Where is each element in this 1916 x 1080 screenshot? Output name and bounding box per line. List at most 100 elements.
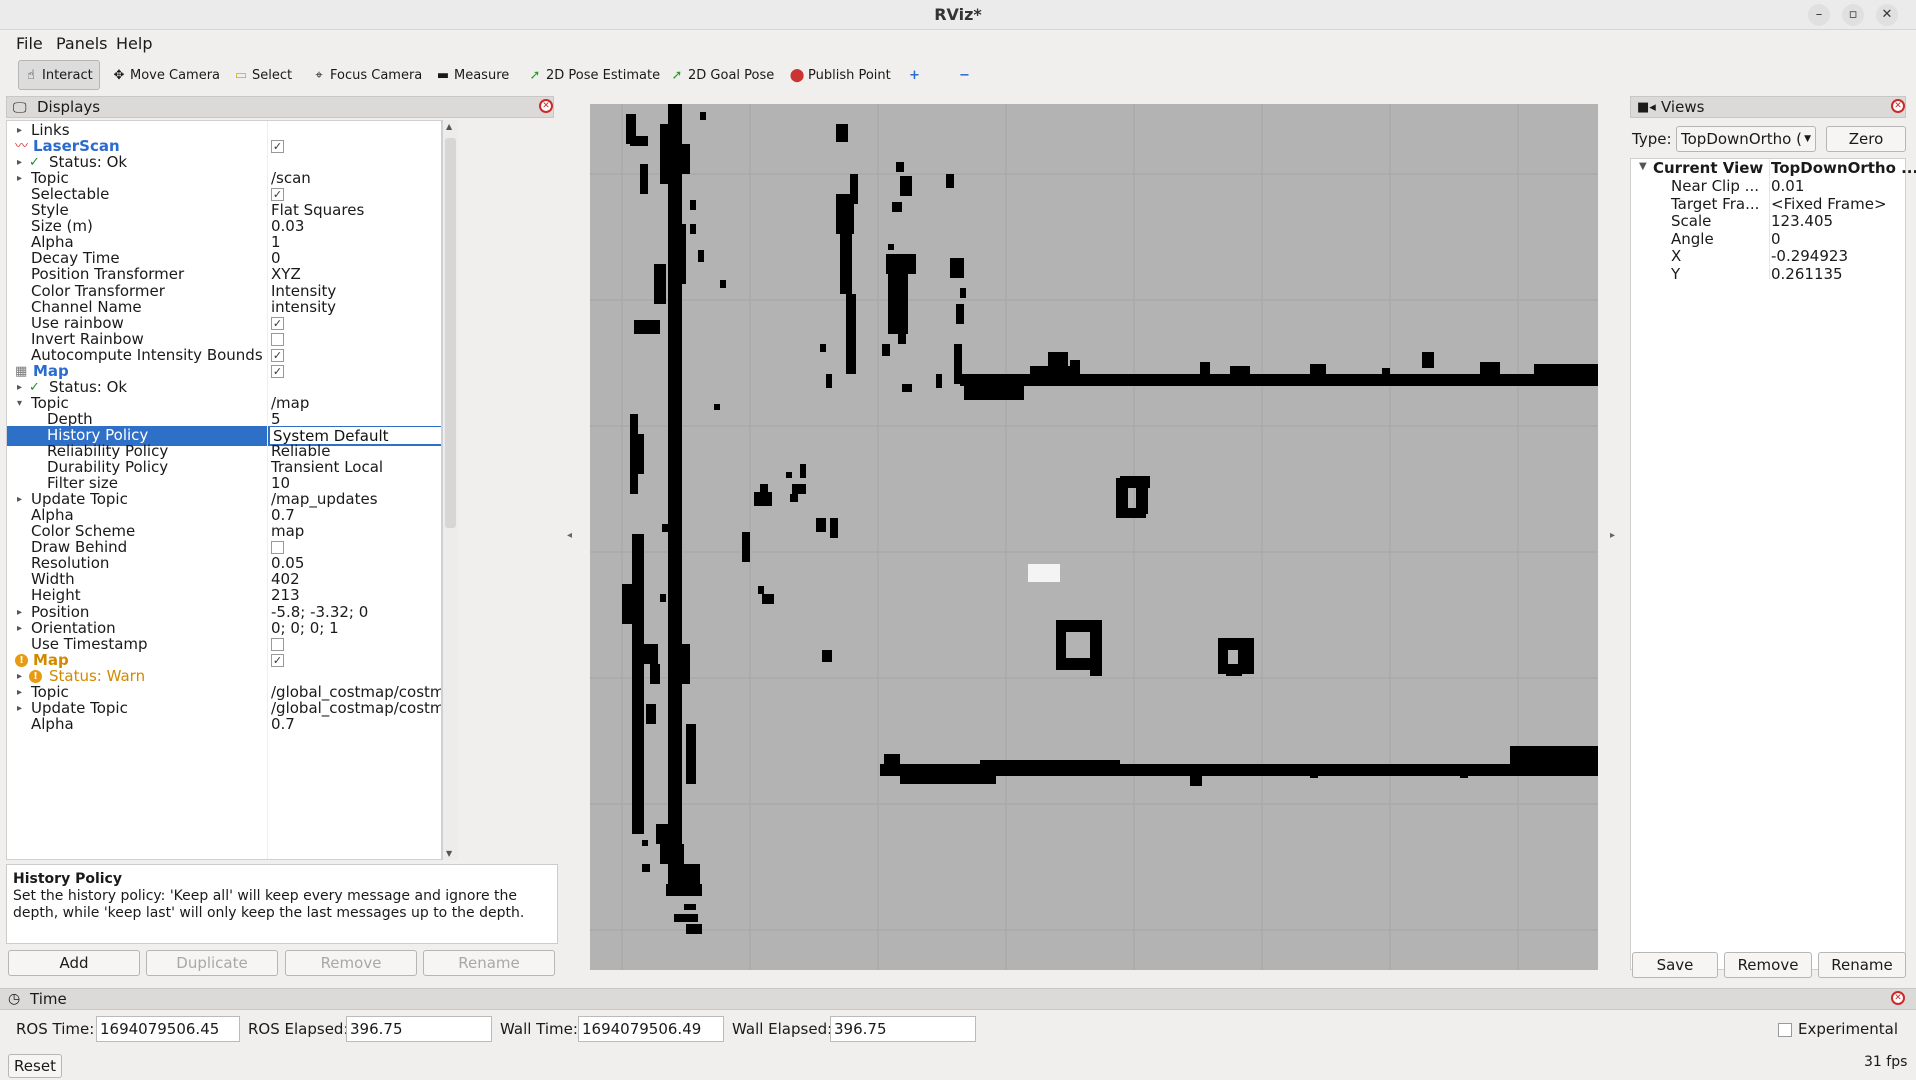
wall-elapsed-field[interactable]: 396.75: [830, 1016, 976, 1042]
duplicate-display-button[interactable]: Duplicate: [146, 950, 278, 976]
save-view-button[interactable]: Save: [1632, 952, 1718, 978]
crosshair-icon: ⌖: [315, 68, 323, 83]
menu-bar: File Panels Help: [0, 30, 1916, 56]
wall-time-label: Wall Time:: [500, 1020, 578, 1038]
display-row-checkbox[interactable]: ✓: [271, 364, 284, 378]
view-prop-label: Scale: [1671, 212, 1712, 231]
view-prop-value[interactable]: 0.261135: [1771, 265, 1843, 283]
focus-camera-tool-button[interactable]: ⌖ Focus Camera: [306, 60, 429, 90]
pose-estimate-tool-button[interactable]: ➚ 2D Pose Estimate: [522, 60, 667, 90]
measure-tool-button[interactable]: ▬ Measure: [430, 60, 516, 90]
clock-icon: ◷: [8, 991, 21, 1007]
view-prop-value[interactable]: -0.294923: [1771, 247, 1848, 265]
rename-display-button[interactable]: Rename: [423, 950, 555, 976]
expand-arrow-icon[interactable]: ▼: [1639, 161, 1647, 172]
remove-display-button[interactable]: Remove: [285, 950, 417, 976]
toolbar: ☝ Interact ✥ Move Camera ▭ Select ⌖ Focus Ca…: [0, 58, 1916, 92]
render-viewport[interactable]: [590, 104, 1598, 970]
reset-time-button[interactable]: Reset: [8, 1054, 62, 1078]
window-title: RViz*: [934, 5, 982, 24]
close-displays-icon[interactable]: ✕: [539, 99, 553, 113]
close-views-icon[interactable]: ✕: [1891, 99, 1905, 113]
view-type-select[interactable]: TopDownOrtho ( ▼: [1676, 126, 1816, 152]
view-prop-value[interactable]: 0: [1771, 230, 1781, 248]
display-row-checkbox[interactable]: ✓: [271, 140, 284, 154]
view-prop-label: X: [1671, 247, 1682, 266]
displays-scrollbar[interactable]: ▲ ▼: [442, 120, 458, 860]
move-camera-tool-button[interactable]: ✥ Move Camera: [106, 60, 227, 90]
view-type-label: Type:: [1632, 130, 1672, 148]
display-row-checkbox[interactable]: [271, 637, 284, 651]
current-view-label: Current View: [1653, 159, 1764, 177]
description-heading: History Policy: [13, 871, 122, 887]
menu-panels[interactable]: Panels: [56, 34, 108, 53]
publish-point-tool-button[interactable]: ⬤ Publish Point: [784, 60, 898, 90]
description-text: Set the history policy: 'Keep all' will …: [13, 888, 525, 921]
display-row-checkbox[interactable]: ✓: [271, 316, 284, 330]
display-row-checkbox[interactable]: ✓: [271, 188, 284, 202]
collapse-left-icon[interactable]: ◂: [567, 530, 572, 541]
ros-time-label: ROS Time:: [16, 1020, 95, 1038]
display-row-checkbox[interactable]: ✓: [271, 653, 284, 667]
map-pin-icon: ⬤: [789, 68, 805, 83]
wall-time-field[interactable]: 1694079506.49: [578, 1016, 724, 1042]
zero-view-button[interactable]: Zero: [1826, 126, 1906, 152]
experimental-label: Experimental: [1798, 1020, 1899, 1038]
close-window-icon[interactable]: ✕: [1876, 4, 1898, 26]
displays-scroll-thumb[interactable]: [445, 138, 456, 528]
property-description: History Policy Set the history policy: '…: [6, 864, 558, 944]
menu-help[interactable]: Help: [116, 34, 152, 53]
display-row-checkbox[interactable]: [271, 541, 284, 555]
view-prop-value[interactable]: 123.405: [1771, 212, 1833, 230]
add-tool-button[interactable]: +: [904, 60, 927, 90]
view-prop-value[interactable]: <Fixed Frame>: [1771, 195, 1887, 213]
view-prop-label: Near Clip ...: [1671, 177, 1759, 195]
select-tool-button[interactable]: ▭ Select: [228, 60, 299, 90]
pointer-icon: ☝: [27, 68, 35, 83]
monitor-icon: 🖵: [13, 100, 27, 116]
green-arrow-icon: ➚: [529, 68, 541, 83]
time-title: Time: [30, 990, 67, 1008]
maximize-icon[interactable]: ▫: [1842, 4, 1864, 26]
scroll-down-icon[interactable]: ▼: [446, 849, 452, 858]
views-panel-header: ■◂ Views: [1630, 96, 1906, 118]
rename-view-button[interactable]: Rename: [1818, 952, 1906, 978]
experimental-checkbox[interactable]: [1778, 1023, 1792, 1037]
views-title: Views: [1661, 98, 1705, 116]
move-icon: ✥: [113, 68, 125, 83]
add-display-button[interactable]: Add: [8, 950, 140, 976]
displays-tree[interactable]: ▸ Links 〰 LaserScan ✓ ▸ ✓ Status: Ok ▸ Topic/scan…: [6, 120, 442, 860]
minimize-icon[interactable]: –: [1808, 4, 1830, 26]
display-row-checkbox[interactable]: ✓: [271, 348, 284, 362]
wall-elapsed-label: Wall Elapsed:: [732, 1020, 833, 1038]
chevron-down-icon: ▼: [1804, 134, 1811, 144]
display-row-label: Alpha: [31, 714, 74, 733]
scroll-up-icon[interactable]: ▲: [446, 122, 452, 131]
display-row[interactable]: Alpha 0.7: [7, 714, 441, 735]
ros-elapsed-field[interactable]: 396.75: [346, 1016, 492, 1042]
ros-time-field[interactable]: 1694079506.45: [96, 1016, 240, 1042]
select-box-icon: ▭: [234, 68, 248, 83]
fps-readout: 31 fps: [1864, 1054, 1908, 1070]
interact-tool-button[interactable]: ☝ Interact: [18, 60, 100, 90]
display-row-checkbox[interactable]: [271, 332, 284, 346]
current-view-value: TopDownOrtho ...: [1771, 159, 1916, 177]
camera-icon: ■◂: [1637, 100, 1656, 115]
remove-view-button[interactable]: Remove: [1724, 952, 1812, 978]
view-prop-label: Angle: [1671, 229, 1714, 248]
remove-tool-button[interactable]: −: [954, 60, 977, 90]
collapse-right-icon[interactable]: ▸: [1610, 530, 1615, 541]
view-prop-label: Y: [1671, 265, 1681, 283]
display-row-value: 0.7: [271, 714, 295, 733]
goal-pose-tool-button[interactable]: ➚ 2D Goal Pose: [664, 60, 781, 90]
warning-icon: !: [29, 669, 42, 683]
ruler-icon: ▬: [436, 68, 450, 83]
view-prop-label: Target Fra...: [1671, 194, 1760, 213]
views-tree[interactable]: ▼ Current View TopDownOrtho ... Near Cli…: [1630, 158, 1916, 970]
ros-elapsed-label: ROS Elapsed:: [248, 1020, 349, 1038]
menu-file[interactable]: File: [16, 34, 43, 53]
view-prop-value[interactable]: 0.01: [1771, 177, 1804, 195]
close-time-icon[interactable]: ✕: [1891, 991, 1905, 1005]
time-panel-header: ◷ Time: [0, 988, 1916, 1010]
occupancy-map: [590, 104, 1598, 970]
